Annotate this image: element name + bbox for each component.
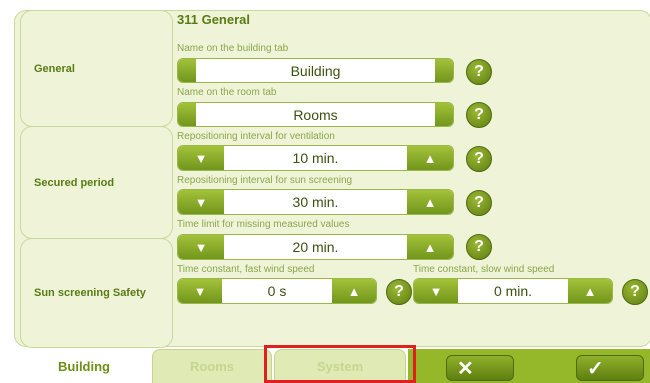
help-icon[interactable]: ? xyxy=(466,146,492,172)
help-icon[interactable]: ? xyxy=(466,190,492,216)
tab-system[interactable]: System xyxy=(274,349,406,383)
building-name-value: Building xyxy=(290,62,341,79)
side-panel-general: General xyxy=(20,10,173,127)
missing-values-limit-value: 20 min. xyxy=(292,239,339,255)
arrow-up-icon[interactable]: ▲ xyxy=(407,190,453,214)
side-panel-general-label: General xyxy=(34,62,75,75)
arrow-up-icon[interactable]: ▲ xyxy=(407,146,453,170)
arrow-down-icon[interactable]: ▼ xyxy=(414,279,458,303)
checkmark-icon: ✓ xyxy=(587,357,604,380)
missing-values-limit-stepper[interactable]: ▼ 20 min. ▲ xyxy=(177,234,454,260)
room-name-label: Name on the room tab xyxy=(177,87,277,98)
help-icon[interactable]: ? xyxy=(466,102,492,128)
ventilation-interval-stepper[interactable]: ▼ 10 min. ▲ xyxy=(177,145,454,171)
confirm-button[interactable]: ✓ xyxy=(576,355,644,381)
bottom-bar: Building Rooms System ✕ ✓ xyxy=(0,349,650,383)
action-bar: ✕ ✓ xyxy=(408,349,650,383)
slow-wind-constant-stepper[interactable]: ▼ 0 min. ▲ xyxy=(413,278,613,304)
cancel-icon: ✕ xyxy=(457,357,474,380)
fast-wind-constant-stepper[interactable]: ▼ 0 s ▲ xyxy=(177,278,377,304)
side-panel-secured-period: Secured period xyxy=(20,126,173,239)
help-icon[interactable]: ? xyxy=(622,279,648,305)
cancel-button[interactable]: ✕ xyxy=(446,355,514,381)
room-name-input[interactable]: Rooms xyxy=(177,102,454,127)
ventilation-interval-label: Repositioning interval for ventilation xyxy=(177,131,335,142)
building-name-label: Name on the building tab xyxy=(177,43,289,54)
help-icon[interactable]: ? xyxy=(386,279,412,305)
sun-screening-interval-value: 30 min. xyxy=(292,194,339,210)
missing-values-limit-label: Time limit for missing measured values xyxy=(177,219,350,230)
side-panel-secured-period-label: Secured period xyxy=(34,176,115,189)
sun-screening-interval-stepper[interactable]: ▼ 30 min. ▲ xyxy=(177,189,454,215)
tab-building[interactable]: Building xyxy=(18,349,150,383)
arrow-down-icon[interactable]: ▼ xyxy=(178,190,224,214)
slow-wind-constant-value: 0 min. xyxy=(493,283,533,299)
side-panel-sun-screening-safety: Sun screening Safety xyxy=(20,238,173,348)
section-title: 311 General xyxy=(177,12,250,27)
room-name-value: Rooms xyxy=(293,106,338,123)
side-panel-sun-screening-label: Sun screening Safety xyxy=(34,287,146,299)
help-icon[interactable]: ? xyxy=(466,234,492,260)
arrow-down-icon[interactable]: ▼ xyxy=(178,146,224,170)
arrow-down-icon[interactable]: ▼ xyxy=(178,235,224,259)
ventilation-interval-value: 10 min. xyxy=(292,150,339,166)
arrow-up-icon[interactable]: ▲ xyxy=(407,235,453,259)
tab-rooms[interactable]: Rooms xyxy=(152,349,272,383)
fast-wind-constant-label: Time constant, fast wind speed xyxy=(177,264,315,275)
arrow-up-icon[interactable]: ▲ xyxy=(332,279,376,303)
arrow-up-icon[interactable]: ▲ xyxy=(568,279,612,303)
slow-wind-constant-label: Time constant, slow wind speed xyxy=(413,264,555,275)
arrow-down-icon[interactable]: ▼ xyxy=(178,279,222,303)
building-name-input[interactable]: Building xyxy=(177,58,454,83)
sun-screening-interval-label: Repositioning interval for sun screening xyxy=(177,175,353,186)
fast-wind-constant-value: 0 s xyxy=(267,283,287,299)
help-icon[interactable]: ? xyxy=(466,59,492,85)
